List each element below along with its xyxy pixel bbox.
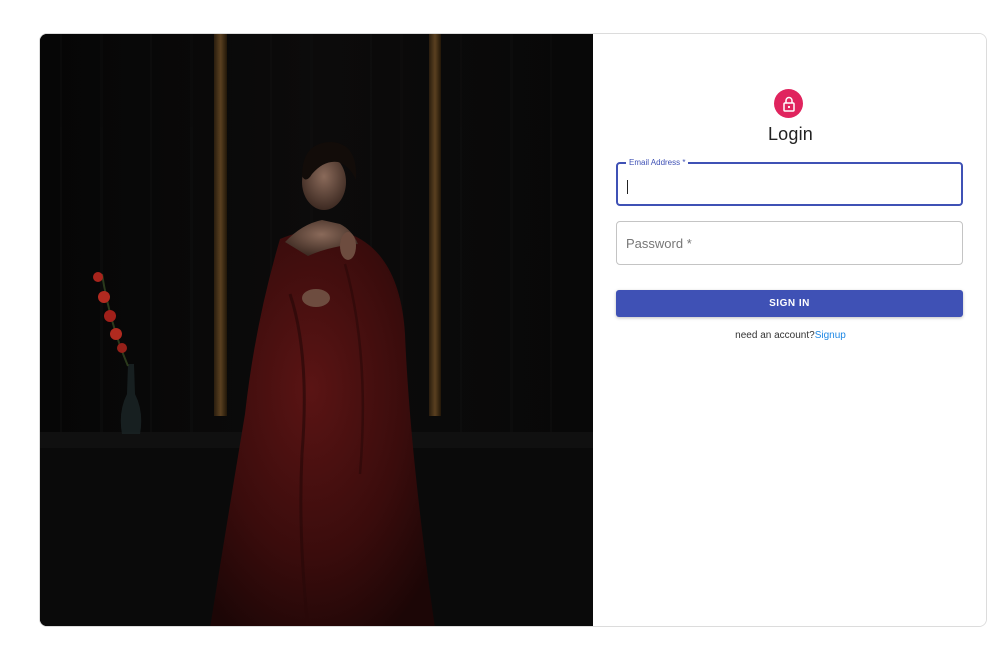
- lock-icon: [782, 96, 795, 112]
- woman-in-red-drape-image: [40, 34, 593, 626]
- signup-prompt: need an account?Signup: [593, 330, 986, 341]
- signup-prompt-text: need an account?: [735, 330, 815, 341]
- login-panel: Login Email Address * SIGN IN need an ac…: [593, 34, 986, 626]
- login-title: Login: [767, 124, 814, 144]
- email-field[interactable]: Email Address *: [616, 158, 963, 206]
- email-label: Email Address *: [626, 158, 689, 168]
- password-input[interactable]: [626, 234, 946, 252]
- email-input[interactable]: [627, 176, 947, 194]
- password-field[interactable]: [616, 221, 963, 265]
- hero-photo: [40, 34, 593, 626]
- login-card: Login Email Address * SIGN IN need an ac…: [39, 33, 987, 627]
- sign-in-button[interactable]: SIGN IN: [616, 290, 963, 317]
- signup-link[interactable]: Signup: [815, 330, 846, 341]
- lock-avatar: [774, 89, 803, 118]
